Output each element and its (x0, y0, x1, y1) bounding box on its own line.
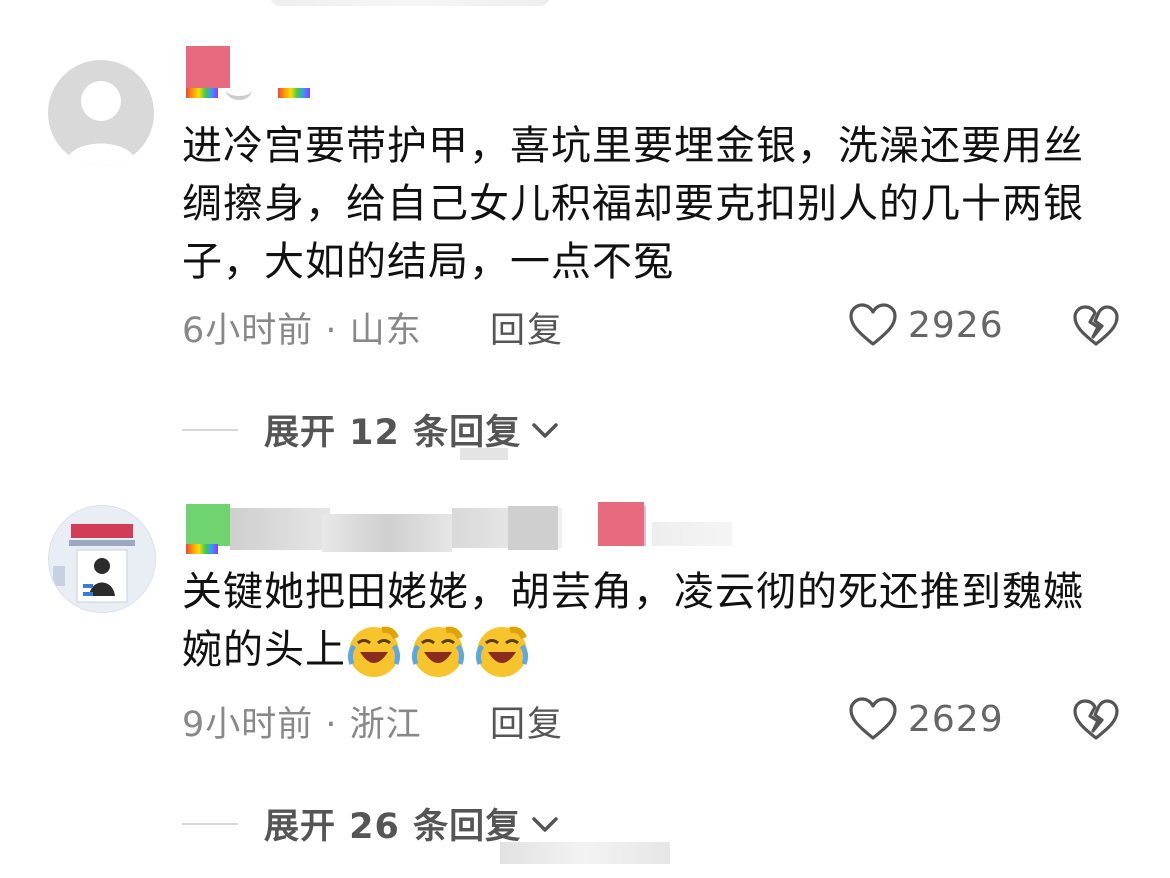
comment-location: 浙江 (349, 705, 422, 745)
photo-avatar (49, 506, 155, 612)
comment-text-content: 关键她把田姥姥，胡芸角，凌云彻的死还推到魏嬿婉的头上 (182, 569, 1084, 673)
reply-button[interactable]: 回复 (490, 696, 564, 747)
expand-replies-label: 展开 26 条回复 (264, 807, 522, 847)
comment-time: 9小时前 (182, 705, 314, 745)
chevron-down-icon (532, 816, 558, 832)
heart-icon (849, 697, 897, 740)
username-redacted[interactable] (182, 500, 782, 558)
user-avatar[interactable] (48, 505, 156, 613)
comment-text: 关键她把田姥姥，胡芸角，凌云彻的死还推到魏嬿婉的头上 (182, 563, 1112, 680)
dislike-button[interactable] (1072, 698, 1120, 746)
laughing-crying-emoji-icon (347, 626, 401, 677)
broken-heart-icon (1073, 699, 1119, 740)
watermark-blur (500, 842, 670, 864)
rainbow-badge-icon (186, 544, 218, 554)
meta-separator: · (313, 705, 350, 745)
comment-meta: 9小时前 · 浙江 (182, 696, 422, 747)
laughing-crying-emoji-icon (475, 626, 529, 677)
like-button[interactable]: 2629 (848, 696, 1004, 742)
laughing-crying-emoji-icon (411, 626, 465, 677)
comment-item-2: 关键她把田姥姥，胡芸角，凌云彻的死还推到魏嬿婉的头上 9小时前 · 浙江 回复 … (0, 0, 1170, 878)
like-count: 2629 (908, 698, 1004, 740)
emoji-group (346, 626, 538, 677)
divider-line (182, 822, 238, 825)
